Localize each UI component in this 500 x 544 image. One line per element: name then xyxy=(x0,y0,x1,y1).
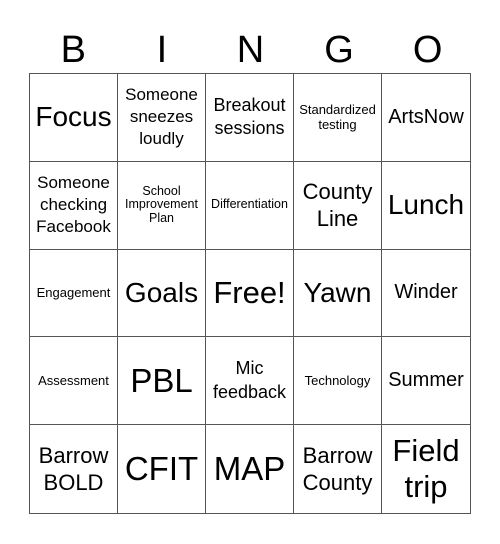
bingo-header: B I N G O xyxy=(29,27,472,73)
bingo-cell[interactable]: PBL xyxy=(118,337,206,426)
bingo-cell[interactable]: Winder xyxy=(382,250,470,338)
bingo-cell[interactable]: Engagement xyxy=(30,249,118,338)
bingo-cell[interactable]: Lunch xyxy=(382,162,470,250)
bingo-cell[interactable]: MAP xyxy=(206,425,294,513)
bingo-cell[interactable]: CFIT xyxy=(118,425,206,513)
bingo-cell[interactable]: ArtsNow xyxy=(382,74,470,162)
bingo-cell[interactable]: Differentiation xyxy=(206,161,294,250)
header-letter-b: B xyxy=(60,29,86,71)
bingo-cell[interactable]: County Line xyxy=(294,161,382,250)
bingo-cell[interactable]: Someone checking Facebook xyxy=(30,161,118,250)
bingo-cell[interactable]: Mic feedback xyxy=(206,337,294,426)
bingo-cell[interactable]: Focus xyxy=(30,74,118,162)
header-letter-g: G xyxy=(324,29,354,71)
bingo-grid: Focus Someone sneezes loudly Breakout se… xyxy=(29,73,471,514)
header-letter-o: O xyxy=(412,29,443,71)
bingo-cell[interactable]: Barrow County xyxy=(294,425,382,513)
bingo-cell[interactable]: School Improvement Plan xyxy=(118,161,206,250)
bingo-cell[interactable]: Yawn xyxy=(294,249,382,338)
bingo-cell[interactable]: Summer xyxy=(382,337,470,426)
header-letter-i: I xyxy=(156,29,168,71)
bingo-cell[interactable]: Field trip xyxy=(382,425,470,513)
bingo-cell[interactable]: Standardized testing xyxy=(294,74,382,162)
bingo-cell[interactable]: Assessment xyxy=(30,337,118,426)
header-letter-n: N xyxy=(236,29,265,71)
bingo-cell[interactable]: Free! xyxy=(206,249,294,338)
bingo-cell[interactable]: Breakout sessions xyxy=(206,74,294,162)
bingo-cell[interactable]: Technology xyxy=(294,337,382,426)
bingo-cell[interactable]: Barrow BOLD xyxy=(30,425,118,513)
bingo-cell[interactable]: Someone sneezes loudly xyxy=(118,74,206,162)
bingo-cell[interactable]: Goals xyxy=(118,249,206,338)
